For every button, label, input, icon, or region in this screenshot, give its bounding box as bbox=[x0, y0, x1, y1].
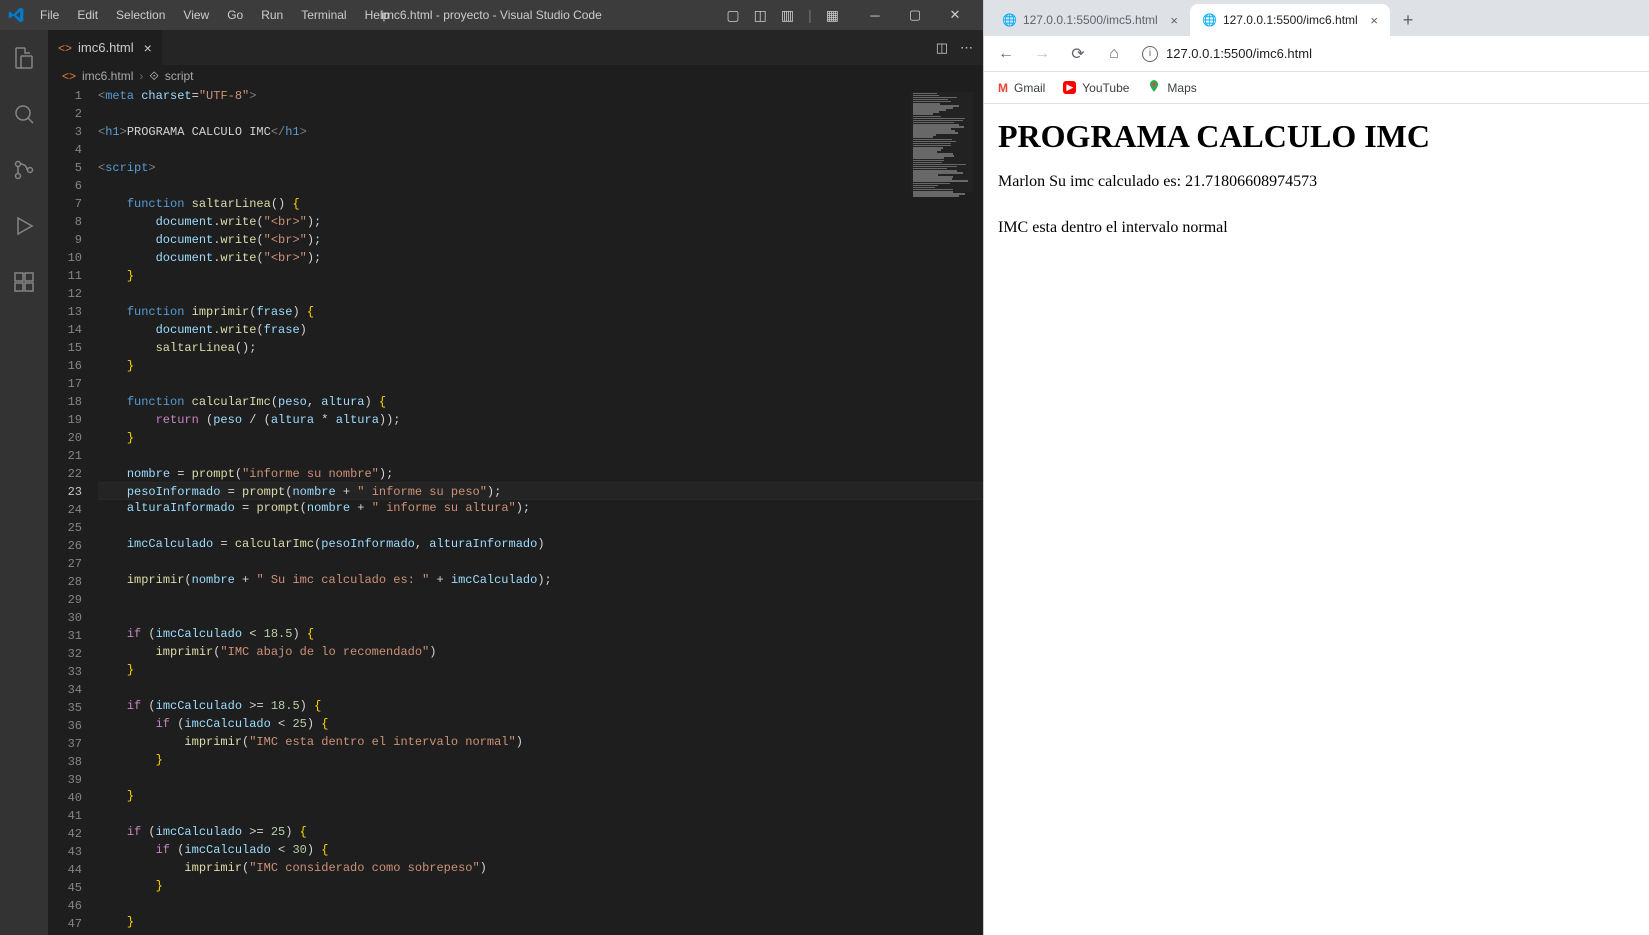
bookmark-label: YouTube bbox=[1082, 81, 1129, 95]
editor-area: <> imc6.html × ◫ ⋯ <> imc6.html › ⟐ scri… bbox=[48, 30, 983, 935]
code-editor[interactable]: 1234567891011121314151617181920212223242… bbox=[48, 87, 983, 935]
close-button[interactable]: ✕ bbox=[935, 0, 975, 30]
code-content[interactable]: <meta charset="UTF-8"> <h1>PROGRAMA CALC… bbox=[98, 87, 983, 935]
globe-icon: 🌐 bbox=[1202, 13, 1217, 27]
split-editor-icon[interactable]: ◫ bbox=[936, 40, 948, 56]
globe-icon: 🌐 bbox=[1002, 13, 1017, 27]
address-bar[interactable]: i 127.0.0.1:5500/imc6.html bbox=[1136, 46, 1641, 62]
menu-edit[interactable]: Edit bbox=[69, 4, 106, 26]
editor-tab-label: imc6.html bbox=[78, 40, 134, 55]
menu-run[interactable]: Run bbox=[253, 4, 291, 26]
layout-controls: ▢ ◫ ▥ | ▦ bbox=[726, 7, 839, 24]
editor-tabs: <> imc6.html × ◫ ⋯ bbox=[48, 30, 983, 65]
panel-icon[interactable]: ◫ bbox=[754, 7, 767, 24]
menu-file[interactable]: File bbox=[32, 4, 67, 26]
vscode-window: File Edit Selection View Go Run Terminal… bbox=[0, 0, 983, 935]
symbol-icon: ⟐ bbox=[149, 69, 158, 84]
page-line-1: Marlon Su imc calculado es: 21.718066089… bbox=[998, 173, 1635, 191]
line-numbers: 1234567891011121314151617181920212223242… bbox=[48, 87, 98, 935]
back-button[interactable]: ← bbox=[992, 40, 1020, 68]
browser-window: 🌐 127.0.0.1:5500/imc5.html × 🌐 127.0.0.1… bbox=[983, 0, 1649, 935]
minimap[interactable] bbox=[911, 92, 973, 192]
layout-customize-icon[interactable]: ▦ bbox=[826, 7, 839, 24]
browser-tab-imc6[interactable]: 🌐 127.0.0.1:5500/imc6.html × bbox=[1190, 4, 1390, 36]
vscode-logo-icon bbox=[8, 7, 24, 23]
browser-tab-label: 127.0.0.1:5500/imc6.html bbox=[1223, 13, 1358, 27]
url-text: 127.0.0.1:5500/imc6.html bbox=[1166, 46, 1312, 61]
activity-bar bbox=[0, 30, 48, 935]
page-content: PROGRAMA CALCULO IMC Marlon Su imc calcu… bbox=[984, 104, 1649, 279]
chevron-right-icon: › bbox=[139, 69, 143, 83]
reload-button[interactable]: ⟳ bbox=[1064, 40, 1092, 68]
explorer-icon[interactable] bbox=[0, 38, 48, 78]
bookmark-gmail[interactable]: M Gmail bbox=[998, 81, 1045, 95]
run-debug-icon[interactable] bbox=[0, 206, 48, 246]
close-icon[interactable]: × bbox=[1170, 13, 1178, 28]
menu-go[interactable]: Go bbox=[219, 4, 251, 26]
window-title: imc6.html - proyecto - Visual Studio Cod… bbox=[381, 8, 602, 22]
browser-toolbar: ← → ⟳ ⌂ i 127.0.0.1:5500/imc6.html bbox=[984, 36, 1649, 72]
gmail-icon: M bbox=[998, 81, 1008, 95]
window-controls: ─ ▢ ✕ bbox=[855, 0, 975, 30]
page-heading: PROGRAMA CALCULO IMC bbox=[998, 118, 1635, 155]
breadcrumb-symbol[interactable]: script bbox=[165, 69, 194, 83]
new-tab-button[interactable]: + bbox=[1394, 6, 1422, 34]
html-file-icon: <> bbox=[58, 41, 72, 55]
bookmarks-bar: M Gmail ▶ YouTube Maps bbox=[984, 72, 1649, 104]
forward-button[interactable]: → bbox=[1028, 40, 1056, 68]
bookmark-youtube[interactable]: ▶ YouTube bbox=[1063, 81, 1129, 95]
panel-icon[interactable]: ▢ bbox=[726, 7, 739, 24]
bookmark-label: Maps bbox=[1167, 81, 1196, 95]
menu-terminal[interactable]: Terminal bbox=[293, 4, 354, 26]
bookmark-maps[interactable]: Maps bbox=[1147, 79, 1196, 96]
more-actions-icon[interactable]: ⋯ bbox=[960, 40, 973, 56]
maps-icon bbox=[1147, 79, 1161, 96]
title-bar: File Edit Selection View Go Run Terminal… bbox=[0, 0, 983, 30]
search-icon[interactable] bbox=[0, 94, 48, 134]
minimize-button[interactable]: ─ bbox=[855, 0, 895, 30]
panel-icon[interactable]: ▥ bbox=[781, 7, 794, 24]
close-icon[interactable]: × bbox=[144, 40, 152, 56]
bookmark-label: Gmail bbox=[1014, 81, 1045, 95]
menu-bar: File Edit Selection View Go Run Terminal… bbox=[32, 4, 397, 26]
html-file-icon: <> bbox=[62, 69, 76, 83]
maximize-button[interactable]: ▢ bbox=[895, 0, 935, 30]
browser-tab-imc5[interactable]: 🌐 127.0.0.1:5500/imc5.html × bbox=[990, 4, 1190, 36]
page-line-2: IMC esta dentro el intervalo normal bbox=[998, 219, 1635, 237]
youtube-icon: ▶ bbox=[1063, 81, 1076, 94]
source-control-icon[interactable] bbox=[0, 150, 48, 190]
close-icon[interactable]: × bbox=[1370, 13, 1378, 28]
browser-tabs: 🌐 127.0.0.1:5500/imc5.html × 🌐 127.0.0.1… bbox=[984, 0, 1649, 36]
browser-tab-label: 127.0.0.1:5500/imc5.html bbox=[1023, 13, 1158, 27]
info-icon[interactable]: i bbox=[1142, 46, 1158, 62]
menu-selection[interactable]: Selection bbox=[108, 4, 173, 26]
home-button[interactable]: ⌂ bbox=[1100, 40, 1128, 68]
editor-tab-imc6[interactable]: <> imc6.html × bbox=[48, 30, 163, 65]
breadcrumb[interactable]: <> imc6.html › ⟐ script bbox=[48, 65, 983, 87]
menu-view[interactable]: View bbox=[175, 4, 217, 26]
extensions-icon[interactable] bbox=[0, 262, 48, 302]
breadcrumb-file[interactable]: imc6.html bbox=[82, 69, 133, 83]
